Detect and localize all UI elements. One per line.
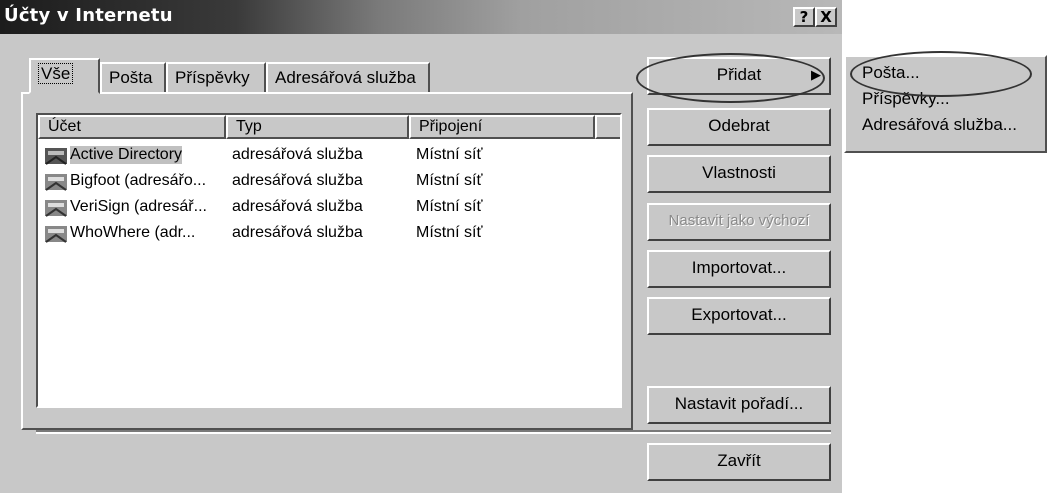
address-book-icon <box>45 200 67 217</box>
tab-directory-service[interactable]: Adresářová služba <box>266 62 430 92</box>
column-header-connection[interactable]: Připojení <box>409 115 595 139</box>
close-button[interactable]: Zavřít <box>647 443 831 481</box>
column-header-account[interactable]: Účet <box>38 115 226 139</box>
account-name: Active Directory <box>70 146 183 164</box>
column-header-filler <box>595 115 620 139</box>
set-default-button: Nastavit jako výchozí <box>647 203 831 241</box>
close-window-button[interactable]: X <box>815 7 837 27</box>
add-button[interactable]: Přidat ▶ <box>647 57 831 95</box>
address-book-icon <box>45 148 67 165</box>
add-submenu: Pošta... Příspěvky... Adresářová služba.… <box>844 55 1047 153</box>
account-name: Bigfoot (adresářo... <box>70 172 207 189</box>
account-connection: Místní síť <box>416 172 483 189</box>
address-book-icon <box>45 174 67 191</box>
account-type: adresářová služba <box>232 146 363 163</box>
account-type: adresářová služba <box>232 172 363 189</box>
accounts-list[interactable]: Účet Typ Připojení Active Directory adre… <box>36 113 622 408</box>
help-button[interactable]: ? <box>793 7 815 27</box>
account-connection: Místní síť <box>416 224 483 241</box>
set-order-button[interactable]: Nastavit pořadí... <box>647 386 831 424</box>
properties-button[interactable]: Vlastnosti <box>647 155 831 193</box>
tab-news[interactable]: Příspěvky <box>166 62 266 92</box>
tab-all[interactable]: Vše <box>29 58 100 94</box>
account-connection: Místní síť <box>416 198 483 215</box>
internet-accounts-dialog: Účty v Internetu ? X Vše Pošta Příspěvky… <box>0 0 842 493</box>
address-book-icon <box>45 226 67 243</box>
column-header-type[interactable]: Typ <box>226 115 409 139</box>
menu-item-news[interactable]: Příspěvky... <box>862 89 950 109</box>
account-name: VeriSign (adresář... <box>70 198 207 215</box>
remove-button[interactable]: Odebrat <box>647 108 831 146</box>
import-button[interactable]: Importovat... <box>647 250 831 288</box>
tab-mail[interactable]: Pošta <box>100 62 166 92</box>
triangle-right-icon: ▶ <box>811 67 821 82</box>
account-type: adresářová služba <box>232 224 363 241</box>
account-connection: Místní síť <box>416 146 483 163</box>
menu-item-directory-service[interactable]: Adresářová služba... <box>862 115 1017 135</box>
window-title: Účty v Internetu <box>4 5 173 26</box>
export-button[interactable]: Exportovat... <box>647 297 831 335</box>
separator <box>36 430 831 434</box>
title-bar: Účty v Internetu ? X <box>0 0 842 34</box>
menu-item-mail[interactable]: Pošta... <box>862 63 920 83</box>
account-name: WhoWhere (adr... <box>70 224 196 241</box>
add-button-label: Přidat <box>716 65 762 84</box>
account-type: adresářová služba <box>232 198 363 215</box>
